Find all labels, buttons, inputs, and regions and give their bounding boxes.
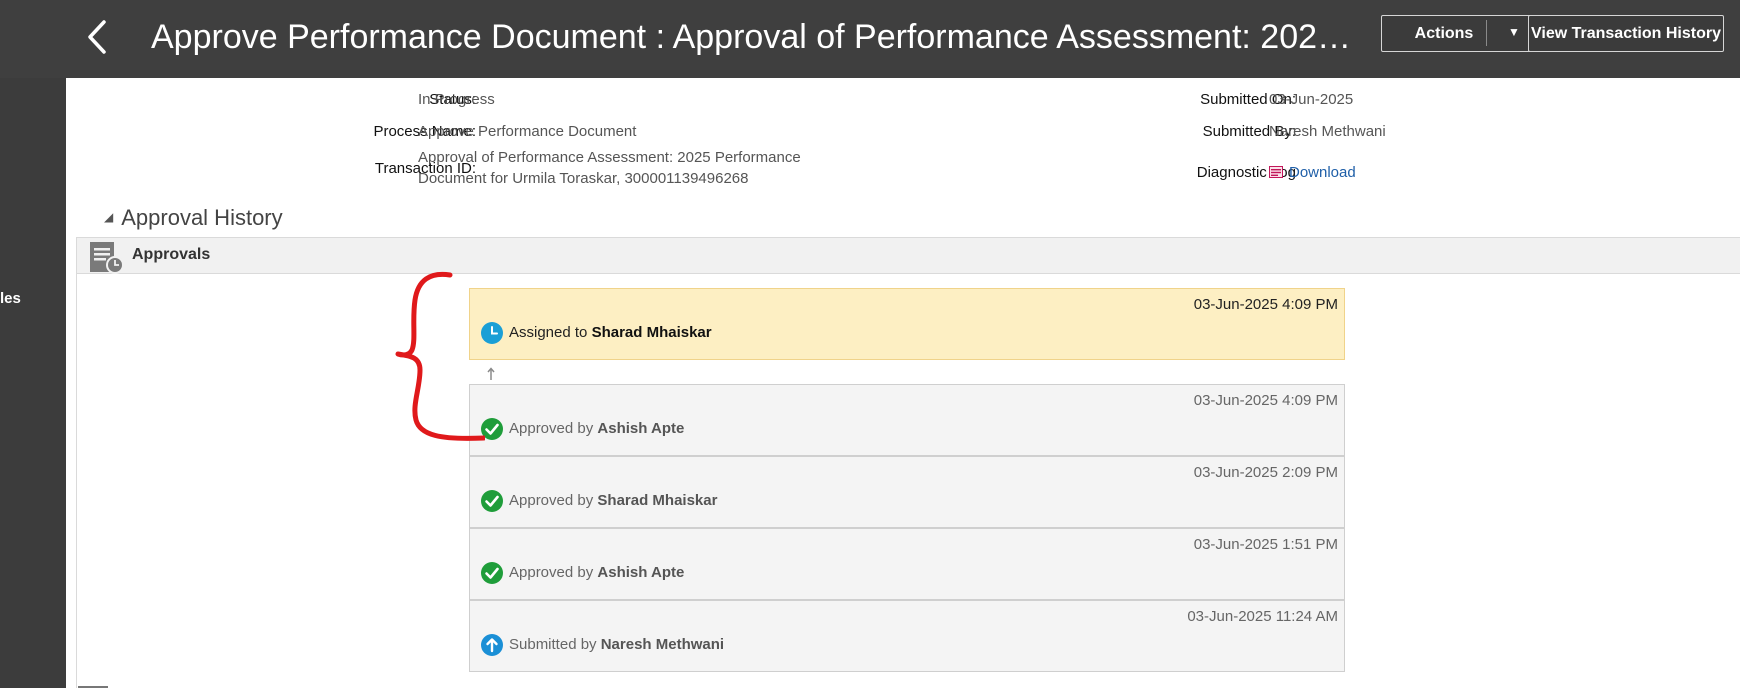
document-clock-icon <box>90 242 124 274</box>
entry-text: Approved by Ashish Apte <box>509 564 684 581</box>
arrow-up-icon <box>487 367 495 380</box>
entry-action: Approved by <box>509 564 594 581</box>
entry-text: Assigned to Sharad Mhaiskar <box>509 324 712 341</box>
page-header: Approve Performance Document : Approval … <box>0 0 1740 78</box>
approval-history-toggle[interactable]: ◢ Approval History <box>104 205 283 231</box>
entry-action: Submitted by <box>509 636 597 653</box>
entry-action: Approved by <box>509 492 594 509</box>
entry-text: Submitted by Naresh Methwani <box>509 636 724 653</box>
timeline-card-approved: 03-Jun-2025 4:09 PM Approved by Ashish A… <box>469 384 1345 456</box>
status-value: In Progress <box>418 91 495 108</box>
submitted-on-value: 03-Jun-2025 <box>1269 91 1354 108</box>
entry-text: Approved by Ashish Apte <box>509 420 684 437</box>
check-circle-icon <box>481 562 503 584</box>
page-title: Approve Performance Document : Approval … <box>151 18 1361 56</box>
entry-time: 03-Jun-2025 4:09 PM <box>1193 296 1338 313</box>
submitted-by-value: Naresh Methwani <box>1269 123 1386 140</box>
view-transaction-history-button[interactable]: View Transaction History <box>1528 15 1724 52</box>
entry-action: Approved by <box>509 420 594 437</box>
transaction-id-value-line2: Document for Urmila Toraskar, 3000011394… <box>418 170 749 187</box>
approval-history-title: Approval History <box>121 205 283 230</box>
back-button[interactable] <box>80 14 116 60</box>
actions-menu-button[interactable]: Actions ▼ <box>1381 15 1538 52</box>
chevron-left-icon <box>88 20 106 54</box>
clock-icon <box>481 322 503 344</box>
transaction-id-value-line1: Approval of Performance Assessment: 2025… <box>418 149 801 166</box>
entry-person: Ashish Apte <box>597 420 685 437</box>
process-name-value: Approve Performance Document <box>418 123 637 140</box>
collapse-triangle-icon[interactable]: ◢ <box>104 210 113 224</box>
entry-time: 03-Jun-2025 1:51 PM <box>1193 536 1338 553</box>
entry-person: Naresh Methwani <box>600 636 725 653</box>
download-link[interactable]: Download <box>1289 164 1356 181</box>
entry-action: Assigned to <box>509 324 588 341</box>
entry-time: 03-Jun-2025 4:09 PM <box>1193 392 1338 409</box>
entry-person: Sharad Mhaiskar <box>591 324 712 341</box>
approvals-panel-title: Approvals <box>132 246 211 263</box>
arrow-up-circle-icon <box>481 634 503 656</box>
timeline-card-approved: 03-Jun-2025 2:09 PM Approved by Sharad M… <box>469 456 1345 528</box>
entry-time: 03-Jun-2025 11:24 AM <box>1187 608 1338 625</box>
timeline-card-assigned: 03-Jun-2025 4:09 PM Assigned to Sharad M… <box>469 288 1345 380</box>
text-file-icon <box>1269 166 1283 178</box>
check-circle-icon <box>481 418 503 440</box>
actions-label: Actions <box>1414 25 1474 42</box>
entry-time: 03-Jun-2025 2:09 PM <box>1193 464 1338 481</box>
diagnostic-log-download[interactable]: Download <box>1269 163 1356 183</box>
entry-person: Ashish Apte <box>597 564 685 581</box>
entry-person: Sharad Mhaiskar <box>597 492 718 509</box>
approvals-panel-header: Approvals <box>77 238 1740 274</box>
actions-separator <box>1486 20 1487 46</box>
check-circle-icon <box>481 490 503 512</box>
timeline-card-approved: 03-Jun-2025 1:51 PM Approved by Ashish A… <box>469 528 1345 600</box>
sidebar-partial-label: les <box>0 290 21 307</box>
timeline-card-submitted: 03-Jun-2025 11:24 AM Submitted by Naresh… <box>469 600 1345 672</box>
entry-text: Approved by Sharad Mhaiskar <box>509 492 717 509</box>
